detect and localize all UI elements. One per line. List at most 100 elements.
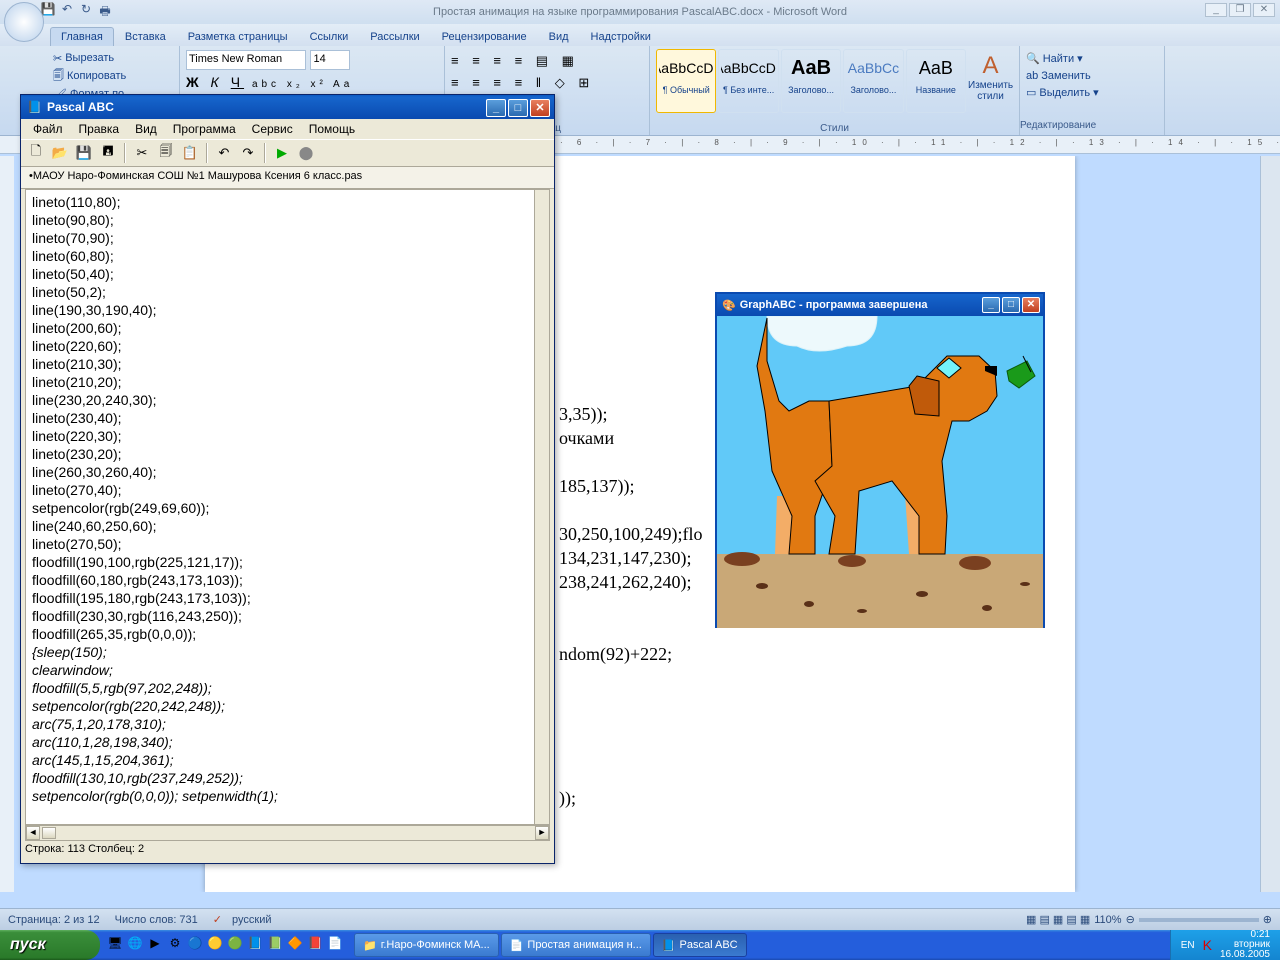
style-normal[interactable]: AaBbCcDc¶ Обычный	[656, 49, 716, 113]
tab-view[interactable]: Вид	[538, 27, 580, 46]
stop-icon[interactable]: ⬤	[295, 142, 317, 164]
ql-app-icon[interactable]: 📘	[246, 936, 264, 954]
find-icon: 🔍	[1026, 52, 1040, 65]
language-indicator[interactable]: русский	[232, 914, 271, 926]
tab-insert[interactable]: Вставка	[114, 27, 177, 46]
vertical-scrollbar[interactable]	[1260, 156, 1280, 892]
edit-group-label: Редактирование	[1020, 117, 1164, 134]
clock[interactable]: 0:21 вторник 16.08.2005	[1220, 930, 1270, 960]
file-tab[interactable]: •МАОУ Наро-Фоминская СОШ №1 Машурова Ксе…	[21, 167, 554, 189]
menu-program[interactable]: Программа	[167, 120, 242, 138]
tab-addins[interactable]: Надстройки	[580, 27, 662, 46]
taskbar-item-word[interactable]: 📄Простая анимация н...	[501, 933, 651, 957]
style-heading1[interactable]: AaBЗаголово...	[781, 49, 841, 113]
scroll-right-icon: ►	[535, 826, 549, 840]
print-icon[interactable]: 🖶	[97, 2, 113, 18]
cut-icon[interactable]: ✂	[131, 142, 153, 164]
font-size-select[interactable]: 14	[310, 50, 350, 70]
minimize-icon[interactable]: _	[486, 99, 506, 117]
ql-app-icon[interactable]: 🟡	[206, 936, 224, 954]
undo-icon[interactable]: ↶	[59, 2, 75, 18]
save-icon[interactable]: 💾	[73, 142, 95, 164]
undo-icon[interactable]: ↶	[213, 142, 235, 164]
tab-layout[interactable]: Разметка страницы	[177, 27, 299, 46]
copy-button[interactable]: Копировать	[67, 70, 126, 82]
graphabc-window: 🎨 GraphABC - программа завершена _ □ ✕	[715, 292, 1045, 628]
run-icon[interactable]: ▶	[271, 142, 293, 164]
style-title[interactable]: AaBНазвание	[906, 49, 966, 113]
ql-desktop-icon[interactable]: 🖥	[106, 936, 124, 954]
ribbon-tabs: Главная Вставка Разметка страницы Ссылки…	[0, 24, 1280, 46]
select-button[interactable]: Выделить	[1039, 87, 1090, 99]
maximize-icon[interactable]: □	[1002, 297, 1020, 313]
pascal-menu: Файл Правка Вид Программа Сервис Помощь	[21, 119, 554, 139]
taskbar-item-folder[interactable]: 📁г.Наро-Фоминск МА...	[354, 933, 499, 957]
minimize-icon[interactable]: _	[1205, 3, 1227, 17]
zoom-out[interactable]: ⊖	[1126, 913, 1135, 926]
copy-icon: 🗐	[53, 67, 64, 86]
saveall-icon[interactable]: 🖪	[97, 142, 119, 164]
ql-app-icon[interactable]: 🔶	[286, 936, 304, 954]
scroll-left-icon: ◄	[26, 826, 40, 840]
font-name-select[interactable]: Times New Roman	[186, 50, 306, 70]
office-button[interactable]	[4, 2, 44, 42]
zoom-slider[interactable]	[1139, 918, 1259, 922]
scissors-icon: ✂	[53, 52, 62, 65]
zoom-level[interactable]: 110%	[1094, 914, 1121, 926]
menu-file[interactable]: Файл	[27, 120, 69, 138]
ql-app-icon[interactable]: 🟢	[226, 936, 244, 954]
redo-icon[interactable]: ↷	[237, 142, 259, 164]
tab-home[interactable]: Главная	[50, 27, 114, 46]
minimize-icon[interactable]: _	[982, 297, 1000, 313]
menu-help[interactable]: Помощь	[303, 120, 361, 138]
ql-app-icon[interactable]: 📕	[306, 936, 324, 954]
menu-view[interactable]: Вид	[129, 120, 163, 138]
tab-references[interactable]: Ссылки	[299, 27, 360, 46]
copy-icon[interactable]: 🗐	[155, 142, 177, 164]
restore-icon[interactable]: ❐	[1229, 3, 1251, 17]
find-button[interactable]: Найти	[1043, 53, 1074, 65]
new-icon[interactable]: 🗋	[25, 142, 47, 164]
close-icon[interactable]: ✕	[1253, 3, 1275, 17]
menu-service[interactable]: Сервис	[246, 120, 299, 138]
open-icon[interactable]: 📂	[49, 142, 71, 164]
pascal-icon: 📘	[27, 100, 42, 114]
system-tray[interactable]: EN K 0:21 вторник 16.08.2005	[1170, 930, 1280, 960]
start-button[interactable]: пуск	[0, 930, 100, 960]
style-heading2[interactable]: AaBbCcЗаголово...	[843, 49, 903, 113]
paste-icon[interactable]: 📋	[179, 142, 201, 164]
change-styles-button[interactable]: Изменить стили	[968, 80, 1013, 102]
word-count[interactable]: Число слов: 731	[115, 914, 198, 926]
view-buttons[interactable]: ▦ ▤ ▦ ▤ ▦	[1026, 913, 1090, 926]
graphabc-titlebar[interactable]: 🎨 GraphABC - программа завершена _ □ ✕	[717, 294, 1043, 316]
word-status-bar: Страница: 2 из 12 Число слов: 731 ✓ русс…	[0, 908, 1280, 930]
ql-app-icon[interactable]: 📗	[266, 936, 284, 954]
cut-button[interactable]: Вырезать	[65, 52, 114, 64]
zoom-in[interactable]: ⊕	[1263, 913, 1272, 926]
pascal-titlebar[interactable]: 📘 Pascal ABC _ □ ✕	[21, 95, 554, 119]
close-icon[interactable]: ✕	[1022, 297, 1040, 313]
close-icon[interactable]: ✕	[530, 99, 550, 117]
taskbar-item-pascal[interactable]: 📘Pascal ABC	[653, 933, 747, 957]
page-indicator[interactable]: Страница: 2 из 12	[8, 914, 100, 926]
menu-edit[interactable]: Правка	[73, 120, 126, 138]
tab-review[interactable]: Рецензирование	[431, 27, 538, 46]
ql-ie-icon[interactable]: 🌐	[126, 936, 144, 954]
taskbar: пуск 🖥 🌐 ▶ ⚙ 🔵 🟡 🟢 📘 📗 🔶 📕 📄 📁г.Наро-Фом…	[0, 930, 1280, 960]
replace-button[interactable]: Заменить	[1041, 70, 1090, 82]
code-editor[interactable]: lineto(110,80); lineto(90,80); lineto(70…	[25, 189, 550, 825]
quick-launch: 🖥 🌐 ▶ ⚙ 🔵 🟡 🟢 📘 📗 🔶 📕 📄	[100, 936, 350, 954]
ql-app-icon[interactable]: ⚙	[166, 936, 184, 954]
language-indicator[interactable]: EN	[1181, 940, 1195, 951]
ql-app-icon[interactable]: 📄	[326, 936, 344, 954]
pascal-hscroll[interactable]: ◄ ►	[25, 825, 550, 841]
quick-access-toolbar[interactable]: 💾 ↶ ↻ 🖶	[40, 2, 113, 18]
ql-media-icon[interactable]: ▶	[146, 936, 164, 954]
pascal-vscroll[interactable]	[534, 189, 550, 825]
kaspersky-icon[interactable]: K	[1203, 937, 1212, 953]
style-nospacing[interactable]: AaBbCcDc¶ Без инте...	[718, 49, 778, 113]
ql-app-icon[interactable]: 🔵	[186, 936, 204, 954]
redo-icon[interactable]: ↻	[78, 2, 94, 18]
maximize-icon[interactable]: □	[508, 99, 528, 117]
tab-mailings[interactable]: Рассылки	[359, 27, 430, 46]
